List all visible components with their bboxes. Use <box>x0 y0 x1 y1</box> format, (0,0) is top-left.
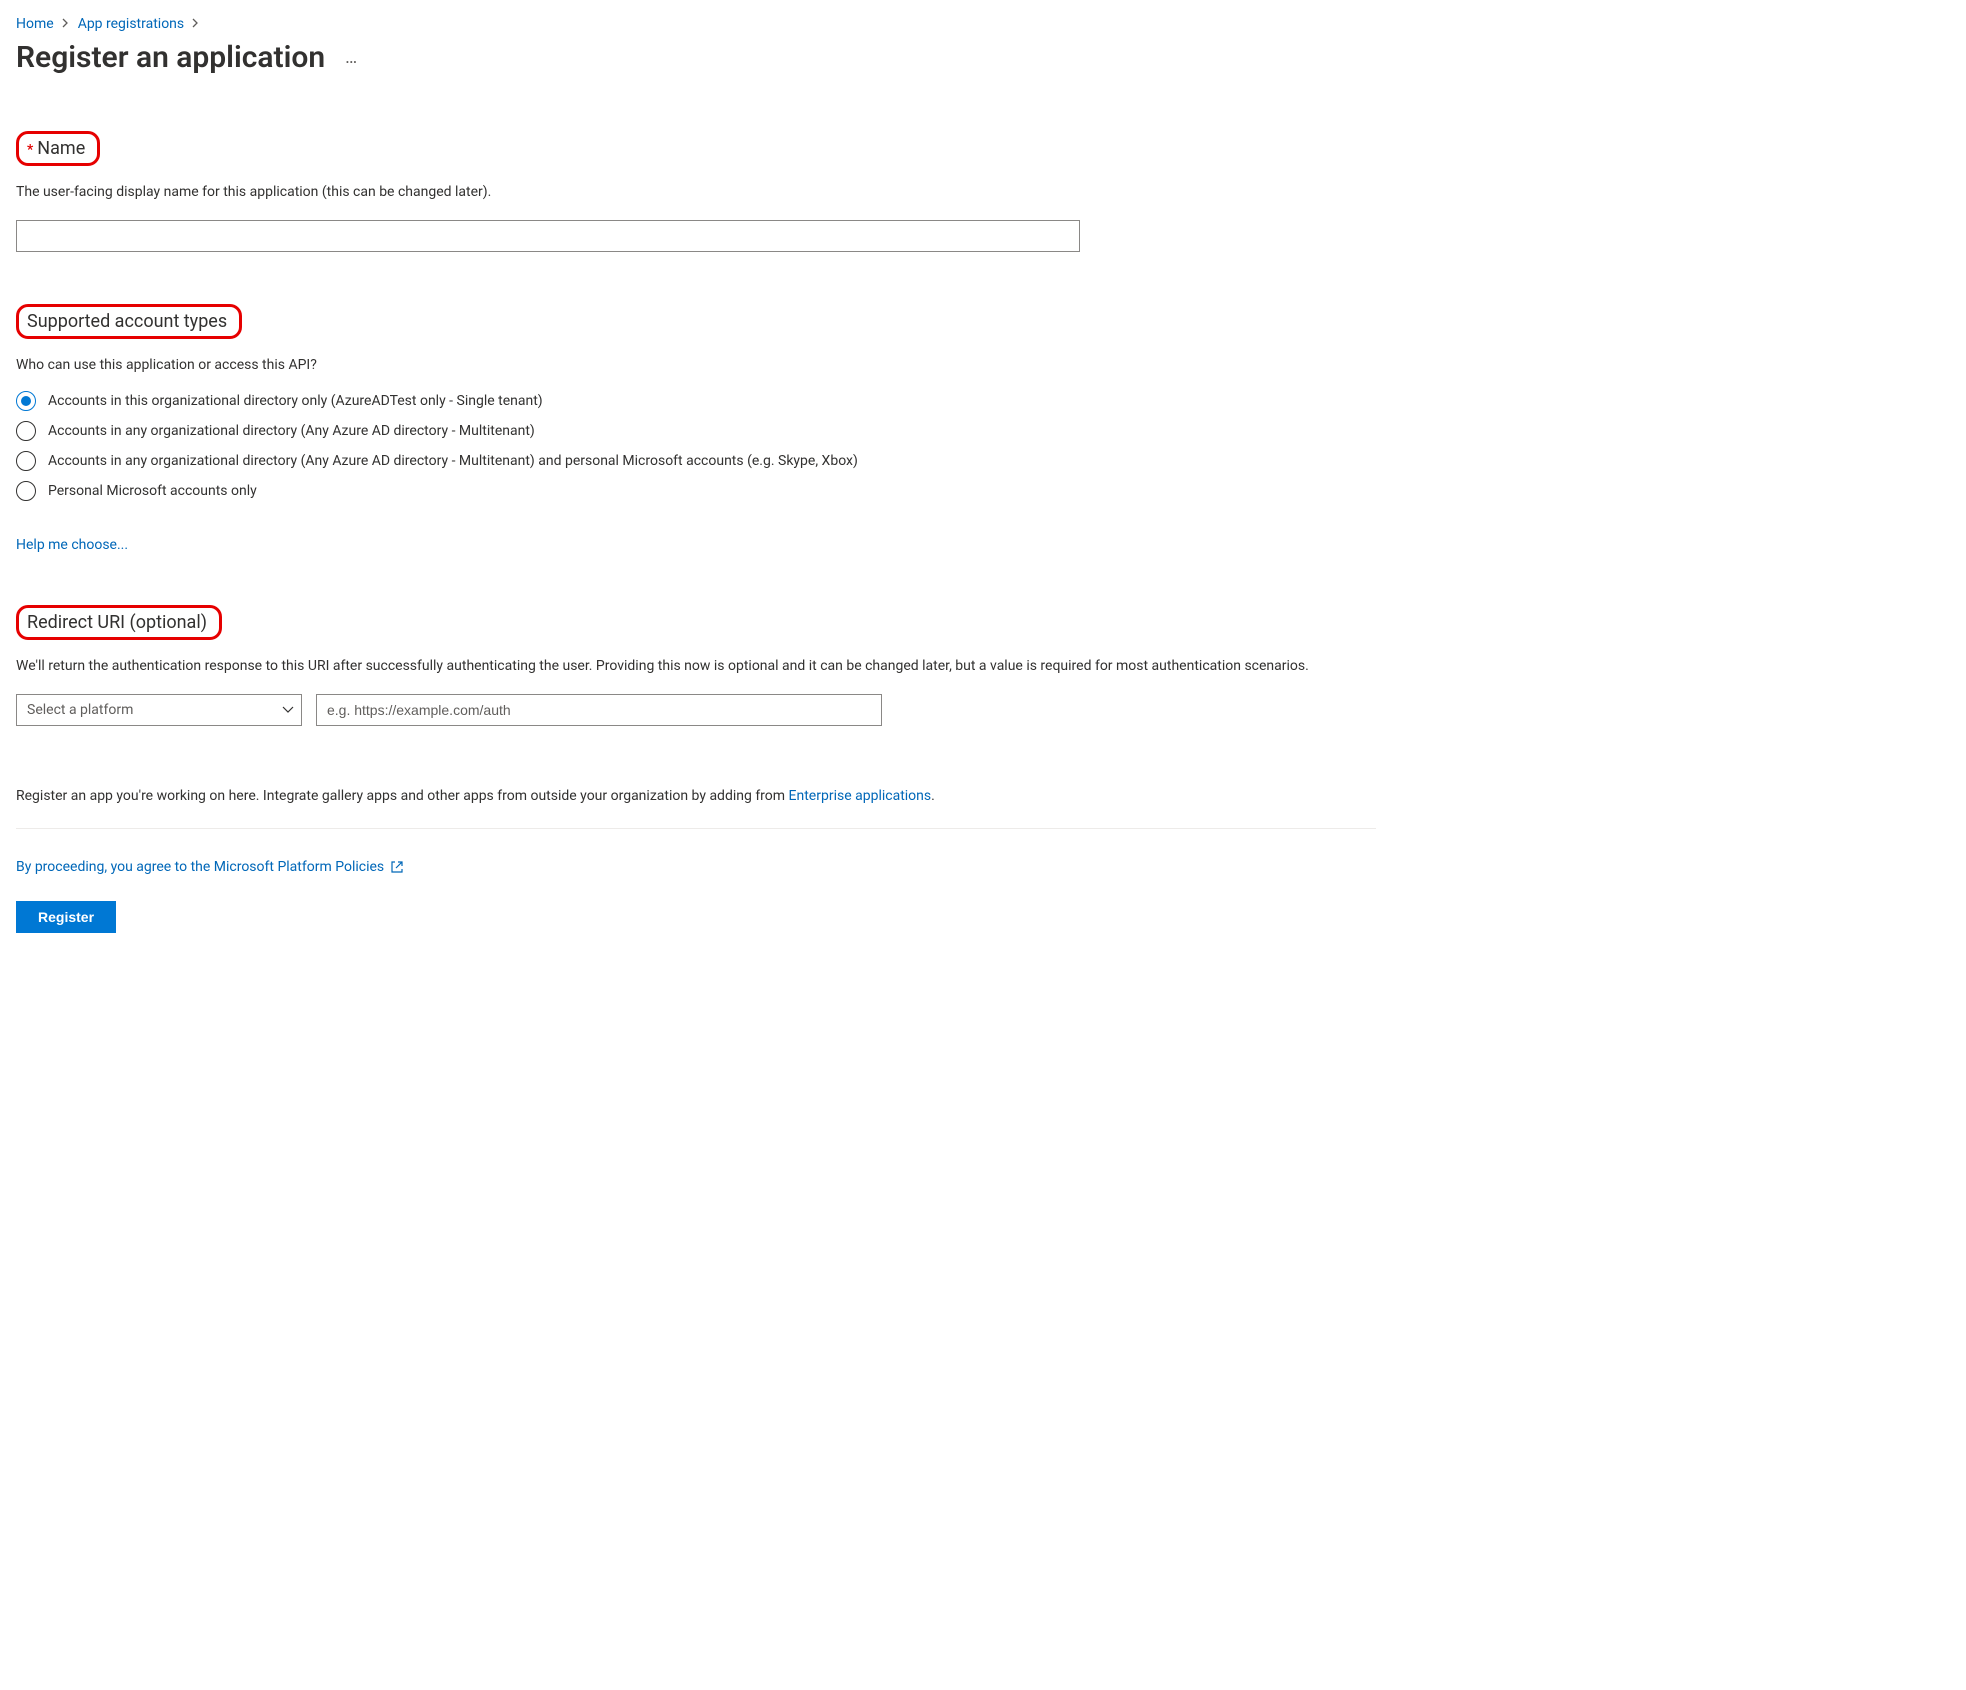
radio-option-personal-only[interactable]: Personal Microsoft accounts only <box>16 481 1376 501</box>
footer-note: Register an app you're working on here. … <box>16 788 1376 829</box>
platform-select[interactable]: Select a platform <box>16 694 302 726</box>
register-button[interactable]: Register <box>16 901 116 933</box>
radio-icon <box>16 421 36 441</box>
chevron-right-icon <box>62 17 70 31</box>
radio-option-multitenant-personal[interactable]: Accounts in any organizational directory… <box>16 451 1376 471</box>
account-types-radio-group: Accounts in this organizational director… <box>16 391 1376 501</box>
redirect-uri-input[interactable] <box>316 694 882 726</box>
breadcrumb-app-registrations[interactable]: App registrations <box>78 16 184 32</box>
radio-label: Accounts in any organizational directory… <box>48 423 535 439</box>
radio-icon <box>16 391 36 411</box>
account-types-label-highlight: Supported account types <box>16 304 242 339</box>
external-link-icon <box>390 860 404 874</box>
radio-label: Accounts in this organizational director… <box>48 393 543 409</box>
help-me-choose-link[interactable]: Help me choose... <box>16 537 128 553</box>
chevron-right-icon <box>192 17 200 31</box>
breadcrumb: Home App registrations <box>16 16 1376 32</box>
enterprise-applications-link[interactable]: Enterprise applications <box>789 788 932 804</box>
account-types-help-text: Who can use this application or access t… <box>16 357 1376 373</box>
name-label: Name <box>37 138 85 159</box>
redirect-uri-label-highlight: Redirect URI (optional) <box>16 605 222 640</box>
platform-policies-link[interactable]: By proceeding, you agree to the Microsof… <box>16 859 404 875</box>
radio-option-single-tenant[interactable]: Accounts in this organizational director… <box>16 391 1376 411</box>
page-title: Register an application <box>16 40 325 75</box>
breadcrumb-home[interactable]: Home <box>16 16 54 32</box>
redirect-uri-help-text: We'll return the authentication response… <box>16 658 1376 674</box>
name-help-text: The user-facing display name for this ap… <box>16 184 1376 200</box>
radio-label: Accounts in any organizational directory… <box>48 453 858 469</box>
account-types-label: Supported account types <box>27 311 227 332</box>
radio-label: Personal Microsoft accounts only <box>48 483 257 499</box>
platform-select-value: Select a platform <box>27 702 133 718</box>
more-actions-icon[interactable]: … <box>345 47 358 68</box>
radio-icon <box>16 481 36 501</box>
radio-icon <box>16 451 36 471</box>
name-label-highlight: *Name <box>16 131 100 166</box>
name-input[interactable] <box>16 220 1080 252</box>
redirect-uri-label: Redirect URI (optional) <box>27 612 207 633</box>
required-asterisk-icon: * <box>27 142 33 158</box>
radio-option-multitenant[interactable]: Accounts in any organizational directory… <box>16 421 1376 441</box>
